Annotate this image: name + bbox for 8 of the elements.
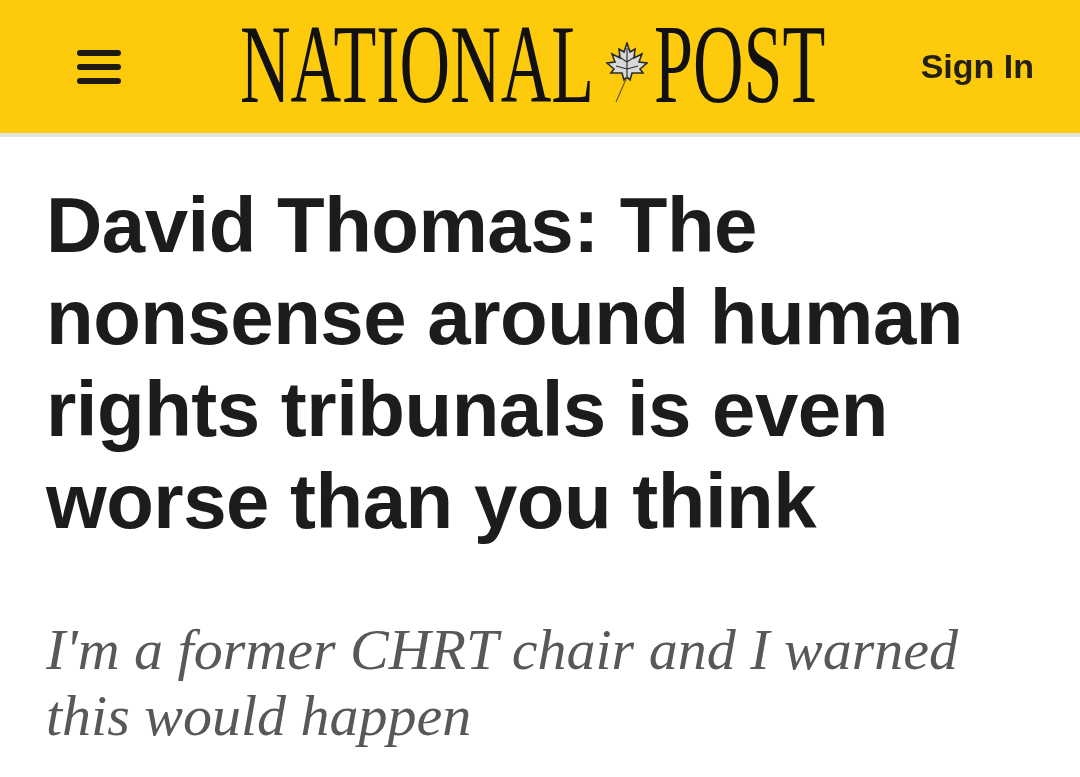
logo-wordmark: POST [654, 20, 826, 108]
maple-leaf-icon [606, 42, 648, 104]
logo-wordmark: NATIONAL [240, 20, 595, 108]
article-subheadline: I'm a former CHRT chair and I warned this would happen [46, 617, 959, 749]
logo-link[interactable]: NATIONAL POST [240, 20, 840, 108]
menu-icon [77, 48, 121, 85]
article-headline: David Thomas: The nonsense around human rights tribunals is even worse than you think [46, 180, 964, 547]
sign-in-button[interactable]: Sign In [920, 44, 1034, 88]
